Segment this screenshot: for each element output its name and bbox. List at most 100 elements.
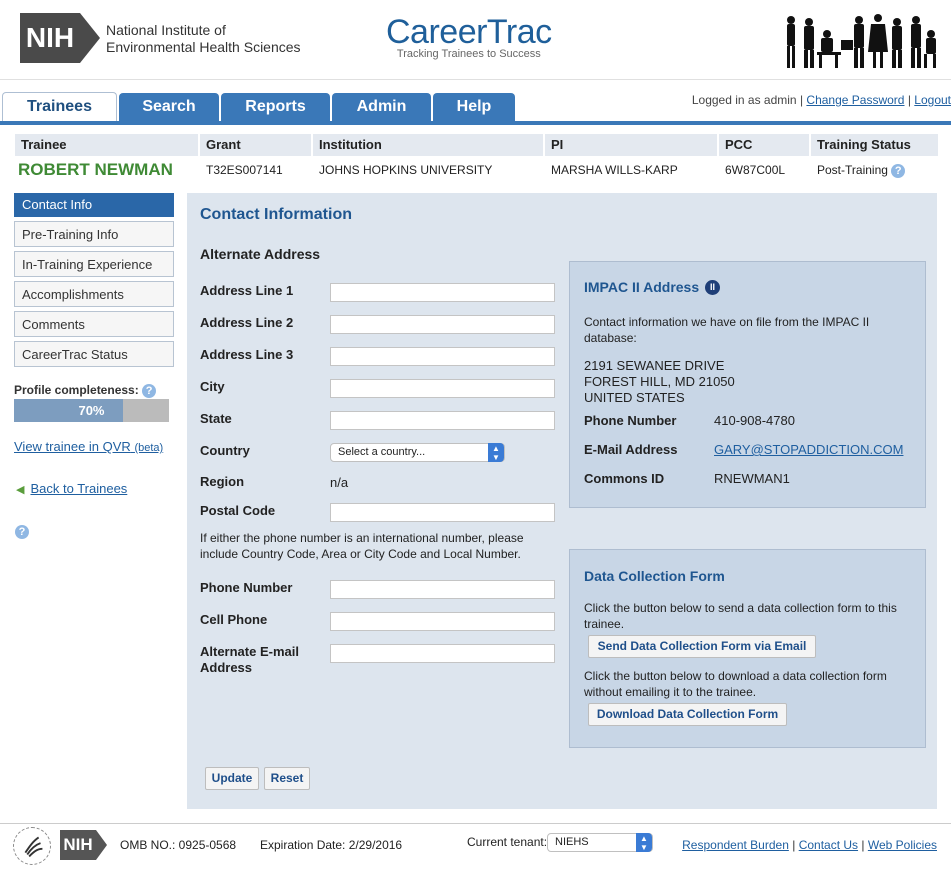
send-data-collection-form-button[interactable]: Send Data Collection Form via Email bbox=[588, 635, 816, 658]
phone-number-label: Phone Number bbox=[200, 580, 293, 595]
header-grant: Grant bbox=[200, 134, 313, 156]
header-trainee: Trainee bbox=[15, 134, 200, 156]
header-pi: PI bbox=[545, 134, 719, 156]
tab-trainees[interactable]: Trainees bbox=[2, 92, 117, 123]
alternate-email-input[interactable] bbox=[330, 644, 555, 663]
session-info: Logged in as admin | Change Password | L… bbox=[691, 93, 951, 107]
header-institution: Institution bbox=[313, 134, 545, 156]
footer-nih-logo: NIH bbox=[60, 830, 108, 860]
phone-number-input[interactable] bbox=[330, 580, 555, 599]
alternate-email-label-line1: Alternate E-mail bbox=[200, 644, 299, 659]
careertrac-brand: CareerTrac Tracking Trainees to Success bbox=[386, 14, 552, 60]
dcf-download-text: Click the button below to download a dat… bbox=[584, 669, 887, 699]
sidebar-item-pre-training-info[interactable]: Pre-Training Info bbox=[14, 221, 174, 247]
download-data-collection-form-button[interactable]: Download Data Collection Form bbox=[588, 703, 787, 726]
omb-number: OMB NO.: 0925-0568 bbox=[120, 838, 237, 852]
profile-completeness-label: Profile completeness: ? bbox=[14, 383, 157, 398]
impac-address: 2191 SEWANEE DRIVE FOREST HILL, MD 21050… bbox=[584, 358, 735, 406]
cell-phone-input[interactable] bbox=[330, 612, 555, 631]
nih-logo: NIH bbox=[20, 13, 100, 63]
change-password-link[interactable]: Change Password bbox=[806, 93, 904, 107]
profile-completeness-text: Profile completeness: bbox=[14, 383, 139, 397]
trainee-table-header: Trainee Grant Institution PI PCC Trainin… bbox=[15, 134, 938, 156]
address-line-2-label: Address Line 2 bbox=[200, 315, 294, 330]
address-line-3-input[interactable] bbox=[330, 347, 555, 366]
state-label: State bbox=[200, 411, 232, 426]
sidebar-help: ? bbox=[15, 523, 29, 539]
trainee-status-text: Post-Training bbox=[817, 163, 888, 177]
address-line-2-input[interactable] bbox=[330, 315, 555, 334]
expiration-date: Expiration Date: 2/29/2016 bbox=[260, 838, 403, 852]
profile-completeness-fill: 70% bbox=[14, 399, 123, 422]
trainee-grant: T32ES007141 bbox=[200, 159, 313, 181]
reset-button[interactable]: Reset bbox=[264, 767, 310, 790]
tab-help[interactable]: Help bbox=[433, 93, 515, 122]
footer-nih-logo-arrow bbox=[96, 830, 107, 860]
people-silhouettes-icon bbox=[787, 14, 936, 68]
trainee-status: Post-Training ? bbox=[811, 159, 938, 181]
sidebar-item-contact-info[interactable]: Contact Info bbox=[14, 193, 174, 217]
back-to-trainees-link[interactable]: ◀ Back to Trainees bbox=[16, 481, 127, 496]
update-button[interactable]: Update bbox=[205, 767, 259, 790]
page-title: Contact Information bbox=[200, 206, 352, 223]
back-link-text: Back to Trainees bbox=[30, 481, 128, 496]
postal-code-label: Postal Code bbox=[200, 503, 276, 518]
tab-reports[interactable]: Reports bbox=[221, 93, 330, 122]
brand-tagline: Tracking Trainees to Success bbox=[396, 48, 541, 60]
view-in-qvr-link[interactable]: View trainee in QVR (beta) bbox=[14, 439, 163, 454]
dcf-title: Data Collection Form bbox=[584, 568, 725, 584]
dcf-send-text: Click the button below to send a data co… bbox=[584, 601, 897, 631]
trainee-pi: MARSHA WILLS-KARP bbox=[545, 159, 719, 181]
web-policies-link[interactable]: Web Policies bbox=[868, 838, 937, 852]
country-select[interactable]: Select a country... ▲ ▼ bbox=[330, 443, 505, 462]
logged-in-text: Logged in as admin bbox=[691, 93, 797, 107]
tenant-label: Current tenant: bbox=[467, 835, 548, 849]
impac-phone-label: Phone Number bbox=[584, 413, 677, 428]
status-help-icon[interactable]: ? bbox=[891, 164, 906, 178]
data-collection-form-box: Data Collection Form Click the button be… bbox=[569, 549, 926, 748]
brand-title: CareerTrac bbox=[386, 13, 552, 51]
sidebar-item-comments[interactable]: Comments bbox=[14, 311, 174, 337]
impac-address-box: IMPAC II Address II Contact information … bbox=[569, 261, 926, 508]
select-arrows-icon: ▲ ▼ bbox=[488, 443, 504, 462]
tenant-select-value: NIEHS bbox=[555, 836, 589, 848]
city-input[interactable] bbox=[330, 379, 555, 398]
alternate-email-label-line2: Address bbox=[200, 660, 253, 675]
sidebar-item-in-training-experience[interactable]: In-Training Experience bbox=[14, 251, 174, 277]
address-line-1-input[interactable] bbox=[330, 283, 555, 302]
nih-logo-text: NIH bbox=[20, 13, 80, 63]
tab-search[interactable]: Search bbox=[119, 93, 219, 122]
nih-logo-arrow bbox=[80, 13, 100, 63]
footer-links: Respondent Burden | Contact Us | Web Pol… bbox=[682, 838, 937, 852]
state-input[interactable] bbox=[330, 411, 555, 430]
alternate-address-heading: Alternate Address bbox=[200, 246, 321, 262]
country-select-value: Select a country... bbox=[338, 446, 426, 458]
impac-address-line1: 2191 SEWANEE DRIVE bbox=[584, 358, 725, 373]
sidebar-help-icon[interactable]: ? bbox=[15, 525, 29, 539]
tenant-select[interactable]: NIEHS ▲ ▼ bbox=[547, 833, 653, 852]
sidebar-item-careertrac-status[interactable]: CareerTrac Status bbox=[14, 341, 174, 367]
tab-admin[interactable]: Admin bbox=[332, 93, 431, 122]
impac-title: IMPAC II Address II bbox=[584, 279, 721, 295]
impac-email-label: E-Mail Address bbox=[584, 442, 678, 457]
respondent-burden-link[interactable]: Respondent Burden bbox=[682, 838, 789, 852]
hhs-seal-icon bbox=[13, 827, 51, 865]
impac-email-link[interactable]: GARY@STOPADDICTION.COM bbox=[714, 442, 903, 457]
impac-phone-value: 410-908-4780 bbox=[714, 413, 795, 428]
postal-code-input[interactable] bbox=[330, 503, 555, 522]
footer-nih-logo-text: NIH bbox=[60, 830, 96, 860]
impac-commons-label: Commons ID bbox=[584, 471, 665, 486]
contact-us-link[interactable]: Contact Us bbox=[799, 838, 858, 852]
impac-commons-value: RNEWMAN1 bbox=[714, 471, 790, 486]
country-label: Country bbox=[200, 443, 250, 458]
header-pcc: PCC bbox=[719, 134, 811, 156]
table-row: ROBERT NEWMAN T32ES007141 JOHNS HOPKINS … bbox=[15, 156, 938, 184]
impac-title-text: IMPAC II Address bbox=[584, 279, 700, 295]
address-line-3-label: Address Line 3 bbox=[200, 347, 294, 362]
sidebar-item-accomplishments[interactable]: Accomplishments bbox=[14, 281, 174, 307]
institute-name-line1: National Institute of bbox=[106, 22, 226, 38]
profile-completeness-bar: 70% bbox=[14, 399, 169, 422]
logout-link[interactable]: Logout bbox=[914, 93, 951, 107]
profile-help-icon[interactable]: ? bbox=[142, 384, 157, 398]
impac-address-line2: FOREST HILL, MD 21050 bbox=[584, 374, 735, 389]
